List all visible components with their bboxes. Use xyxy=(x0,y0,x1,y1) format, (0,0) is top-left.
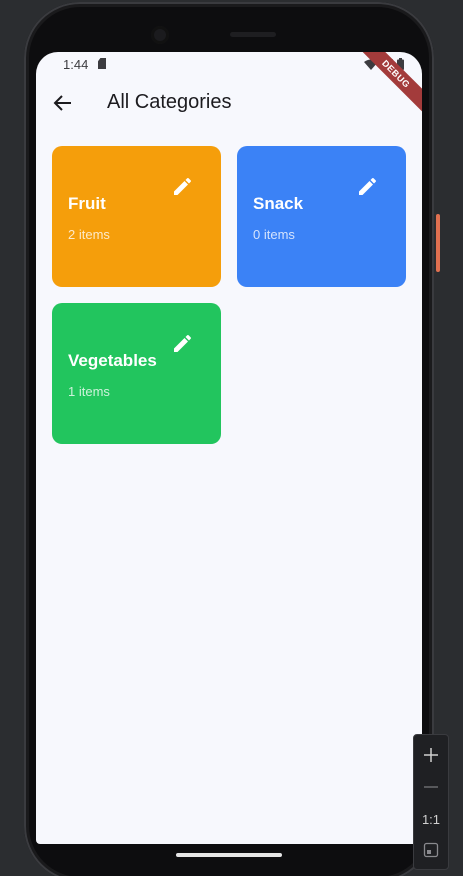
edit-category-button[interactable] xyxy=(356,174,380,198)
category-card-fruit[interactable]: Fruit 2 items xyxy=(52,146,221,287)
edit-category-button[interactable] xyxy=(171,331,195,355)
app-screen: 1:44 DEBUG All Categories Fruit 2 items … xyxy=(36,52,422,844)
edit-category-button[interactable] xyxy=(171,174,195,198)
category-item-count: 0 items xyxy=(253,227,295,242)
category-name: Snack xyxy=(253,194,304,213)
category-name: Fruit xyxy=(68,194,106,213)
status-bar: 1:44 xyxy=(36,52,422,76)
category-grid: Fruit 2 items Snack 0 items Vegetables 1… xyxy=(52,146,406,444)
plus-icon xyxy=(424,748,438,762)
pencil-icon xyxy=(174,335,191,352)
fit-screen-button[interactable] xyxy=(414,839,448,861)
zoom-in-button[interactable] xyxy=(414,739,448,767)
app-bar: All Categories xyxy=(36,76,422,128)
pencil-icon xyxy=(174,178,191,195)
zoom-out-button[interactable] xyxy=(414,775,448,799)
volume-button[interactable] xyxy=(436,214,440,272)
pencil-icon xyxy=(359,178,376,195)
sd-card-icon xyxy=(98,58,106,69)
arrow-back-icon xyxy=(53,95,71,111)
emulator-stage: 1:44 DEBUG All Categories Fruit 2 items … xyxy=(0,0,463,876)
category-item-count: 2 items xyxy=(68,227,110,242)
category-name: Vegetables xyxy=(68,351,157,370)
category-card-vegetables[interactable]: Vegetables 1 items xyxy=(52,303,221,444)
back-button[interactable] xyxy=(50,90,76,116)
minus-icon xyxy=(424,786,438,788)
home-gesture-bar[interactable] xyxy=(176,853,282,857)
emulator-zoom-controls: 1:1 xyxy=(413,734,449,870)
status-time: 1:44 xyxy=(63,57,89,72)
front-camera xyxy=(151,26,169,44)
category-item-count: 1 items xyxy=(68,384,110,399)
page-title: All Categories xyxy=(107,91,232,113)
actual-size-button[interactable]: 1:1 xyxy=(414,811,448,829)
category-card-snack[interactable]: Snack 0 items xyxy=(237,146,406,287)
earpiece-speaker xyxy=(230,32,276,37)
fit-screen-icon xyxy=(423,842,439,858)
